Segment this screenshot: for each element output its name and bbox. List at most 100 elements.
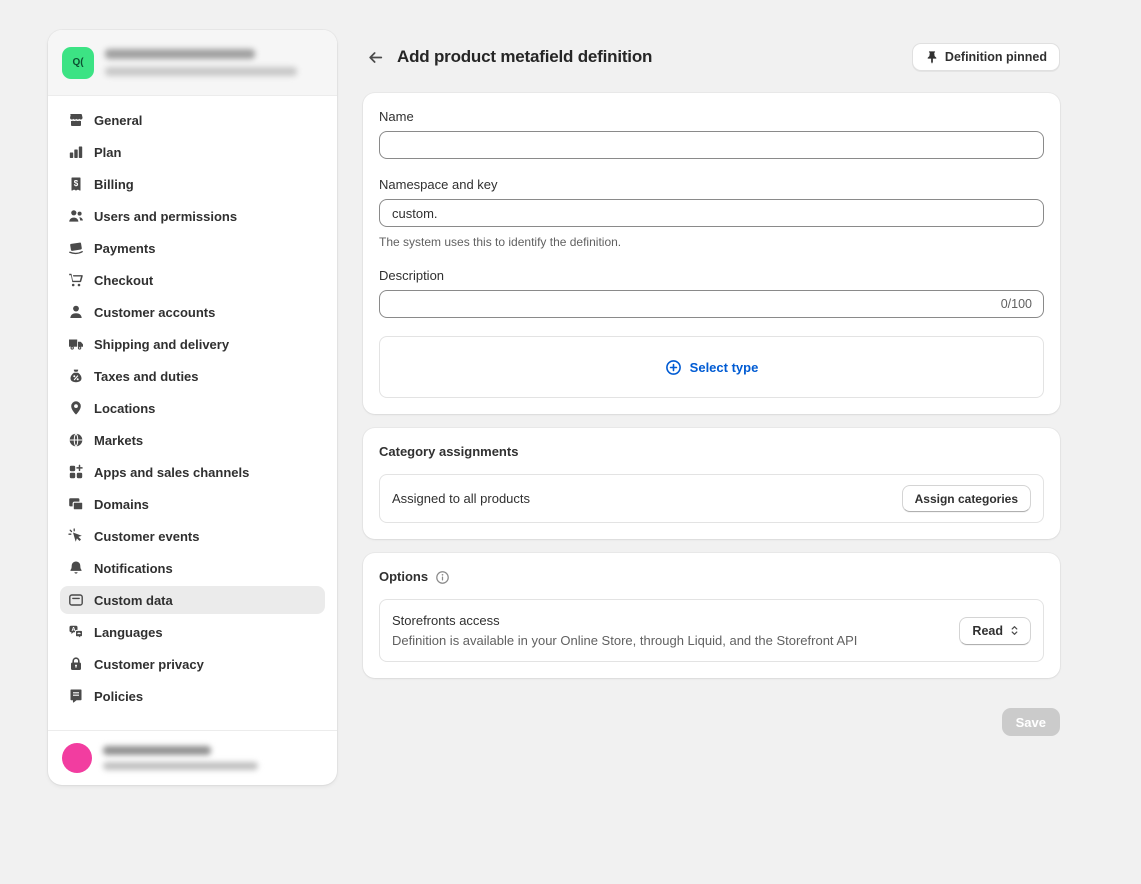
sidebar-item-label: Markets bbox=[94, 433, 143, 448]
settings-sidebar: Q( General Plan $ Billing Users and permissi… bbox=[48, 30, 337, 785]
sidebar-item-label: Payments bbox=[94, 241, 155, 256]
cart-icon bbox=[68, 272, 84, 288]
page-header: Add product metafield definition Definit… bbox=[363, 43, 1060, 71]
sidebar-item-label: Plan bbox=[94, 145, 121, 160]
pin-icon bbox=[925, 50, 939, 64]
taxes-icon bbox=[68, 368, 84, 384]
sidebar-item-domains[interactable]: Domains bbox=[60, 490, 325, 518]
name-input[interactable] bbox=[379, 131, 1044, 159]
sidebar-item-label: Notifications bbox=[94, 561, 173, 576]
back-button[interactable] bbox=[361, 43, 389, 71]
sidebar-item-checkout[interactable]: Checkout bbox=[60, 266, 325, 294]
sidebar-item-label: Billing bbox=[94, 177, 134, 192]
sidebar-item-label: Users and permissions bbox=[94, 209, 237, 224]
truck-icon bbox=[68, 336, 84, 352]
svg-text:$: $ bbox=[74, 179, 79, 188]
user-email-redacted bbox=[103, 762, 258, 770]
arrow-left-icon bbox=[367, 49, 384, 66]
sidebar-item-languages[interactable]: A Languages bbox=[60, 618, 325, 646]
store-icon bbox=[68, 112, 84, 128]
bell-icon bbox=[68, 560, 84, 576]
sidebar-item-label: Domains bbox=[94, 497, 149, 512]
options-card-title: Options bbox=[379, 569, 428, 585]
sidebar-item-label: Languages bbox=[94, 625, 163, 640]
settings-nav: General Plan $ Billing Users and permissions… bbox=[48, 96, 337, 730]
store-initials: Q( bbox=[72, 57, 83, 68]
sidebar-item-notifications[interactable]: Notifications bbox=[60, 554, 325, 582]
description-field-group: Description 0/100 bbox=[379, 268, 1044, 318]
page-title: Add product metafield definition bbox=[397, 47, 652, 67]
sidebar-item-plan[interactable]: Plan bbox=[60, 138, 325, 166]
sidebar-item-apps-and-sales-channels[interactable]: Apps and sales channels bbox=[60, 458, 325, 486]
sidebar-item-shipping-and-delivery[interactable]: Shipping and delivery bbox=[60, 330, 325, 358]
sidebar-item-label: Customer privacy bbox=[94, 657, 204, 672]
storefront-access-select[interactable]: Read bbox=[959, 617, 1031, 645]
assign-categories-button[interactable]: Assign categories bbox=[902, 485, 1031, 512]
sidebar-item-policies[interactable]: Policies bbox=[60, 682, 325, 710]
users-icon bbox=[68, 208, 84, 224]
category-assignment-row: Assigned to all products Assign categori… bbox=[379, 474, 1044, 523]
options-card: Options Storefronts access Definition is… bbox=[363, 553, 1060, 678]
user-meta bbox=[103, 746, 258, 770]
svg-text:A: A bbox=[71, 627, 75, 633]
sidebar-item-label: Policies bbox=[94, 689, 143, 704]
sidebar-item-label: Locations bbox=[94, 401, 155, 416]
definition-pinned-button[interactable]: Definition pinned bbox=[912, 43, 1060, 71]
description-input[interactable] bbox=[379, 290, 1044, 318]
apps-icon bbox=[68, 464, 84, 480]
sidebar-item-general[interactable]: General bbox=[60, 106, 325, 134]
save-button[interactable]: Save bbox=[1002, 708, 1060, 736]
sidebar-item-customer-accounts[interactable]: Customer accounts bbox=[60, 298, 325, 326]
user-avatar bbox=[62, 743, 92, 773]
store-meta bbox=[105, 49, 297, 76]
pinned-button-label: Definition pinned bbox=[945, 50, 1047, 64]
sidebar-item-markets[interactable]: Markets bbox=[60, 426, 325, 454]
billing-icon: $ bbox=[68, 176, 84, 192]
person-icon bbox=[68, 304, 84, 320]
storefront-access-text: Storefronts access Definition is availab… bbox=[392, 612, 857, 649]
category-card-title: Category assignments bbox=[379, 444, 1044, 460]
sidebar-item-billing[interactable]: $ Billing bbox=[60, 170, 325, 198]
sidebar-item-locations[interactable]: Locations bbox=[60, 394, 325, 422]
description-label: Description bbox=[379, 268, 1044, 284]
select-type-button[interactable]: Select type bbox=[379, 336, 1044, 398]
user-footer[interactable] bbox=[48, 730, 337, 785]
sidebar-item-taxes-and-duties[interactable]: Taxes and duties bbox=[60, 362, 325, 390]
store-header[interactable]: Q( bbox=[48, 30, 337, 96]
user-name-redacted bbox=[103, 746, 211, 755]
save-row: Save bbox=[363, 708, 1060, 736]
store-name-redacted bbox=[105, 49, 255, 59]
name-field-group: Name bbox=[379, 109, 1044, 159]
namespace-field-group: Namespace and key The system uses this t… bbox=[379, 177, 1044, 250]
assignment-text: Assigned to all products bbox=[392, 491, 530, 506]
sidebar-item-label: General bbox=[94, 113, 142, 128]
policies-icon bbox=[68, 688, 84, 704]
storefront-access-row: Storefronts access Definition is availab… bbox=[379, 599, 1044, 662]
sidebar-item-customer-events[interactable]: Customer events bbox=[60, 522, 325, 550]
domains-icon bbox=[68, 496, 84, 512]
sidebar-item-label: Customer accounts bbox=[94, 305, 215, 320]
sidebar-item-label: Checkout bbox=[94, 273, 153, 288]
main-content: Add product metafield definition Definit… bbox=[363, 43, 1060, 736]
custom-data-icon bbox=[68, 592, 84, 608]
sidebar-item-label: Taxes and duties bbox=[94, 369, 199, 384]
sidebar-item-payments[interactable]: Payments bbox=[60, 234, 325, 262]
plan-icon bbox=[68, 144, 84, 160]
store-domain-redacted bbox=[105, 67, 297, 76]
sidebar-item-users-and-permissions[interactable]: Users and permissions bbox=[60, 202, 325, 230]
store-avatar: Q( bbox=[62, 47, 94, 79]
options-title-row: Options bbox=[379, 569, 1044, 585]
category-assignments-card: Category assignments Assigned to all pro… bbox=[363, 428, 1060, 539]
sidebar-item-customer-privacy[interactable]: Customer privacy bbox=[60, 650, 325, 678]
select-type-label: Select type bbox=[690, 360, 759, 375]
storefront-access-description: Definition is available in your Online S… bbox=[392, 632, 857, 649]
sidebar-item-label: Apps and sales channels bbox=[94, 465, 249, 480]
markets-icon bbox=[68, 432, 84, 448]
storefront-access-value: Read bbox=[972, 624, 1003, 638]
sidebar-item-custom-data[interactable]: Custom data bbox=[60, 586, 325, 614]
info-icon[interactable] bbox=[435, 570, 450, 585]
sidebar-item-label: Customer events bbox=[94, 529, 199, 544]
lock-icon bbox=[68, 656, 84, 672]
namespace-input[interactable] bbox=[379, 199, 1044, 227]
namespace-label: Namespace and key bbox=[379, 177, 1044, 193]
